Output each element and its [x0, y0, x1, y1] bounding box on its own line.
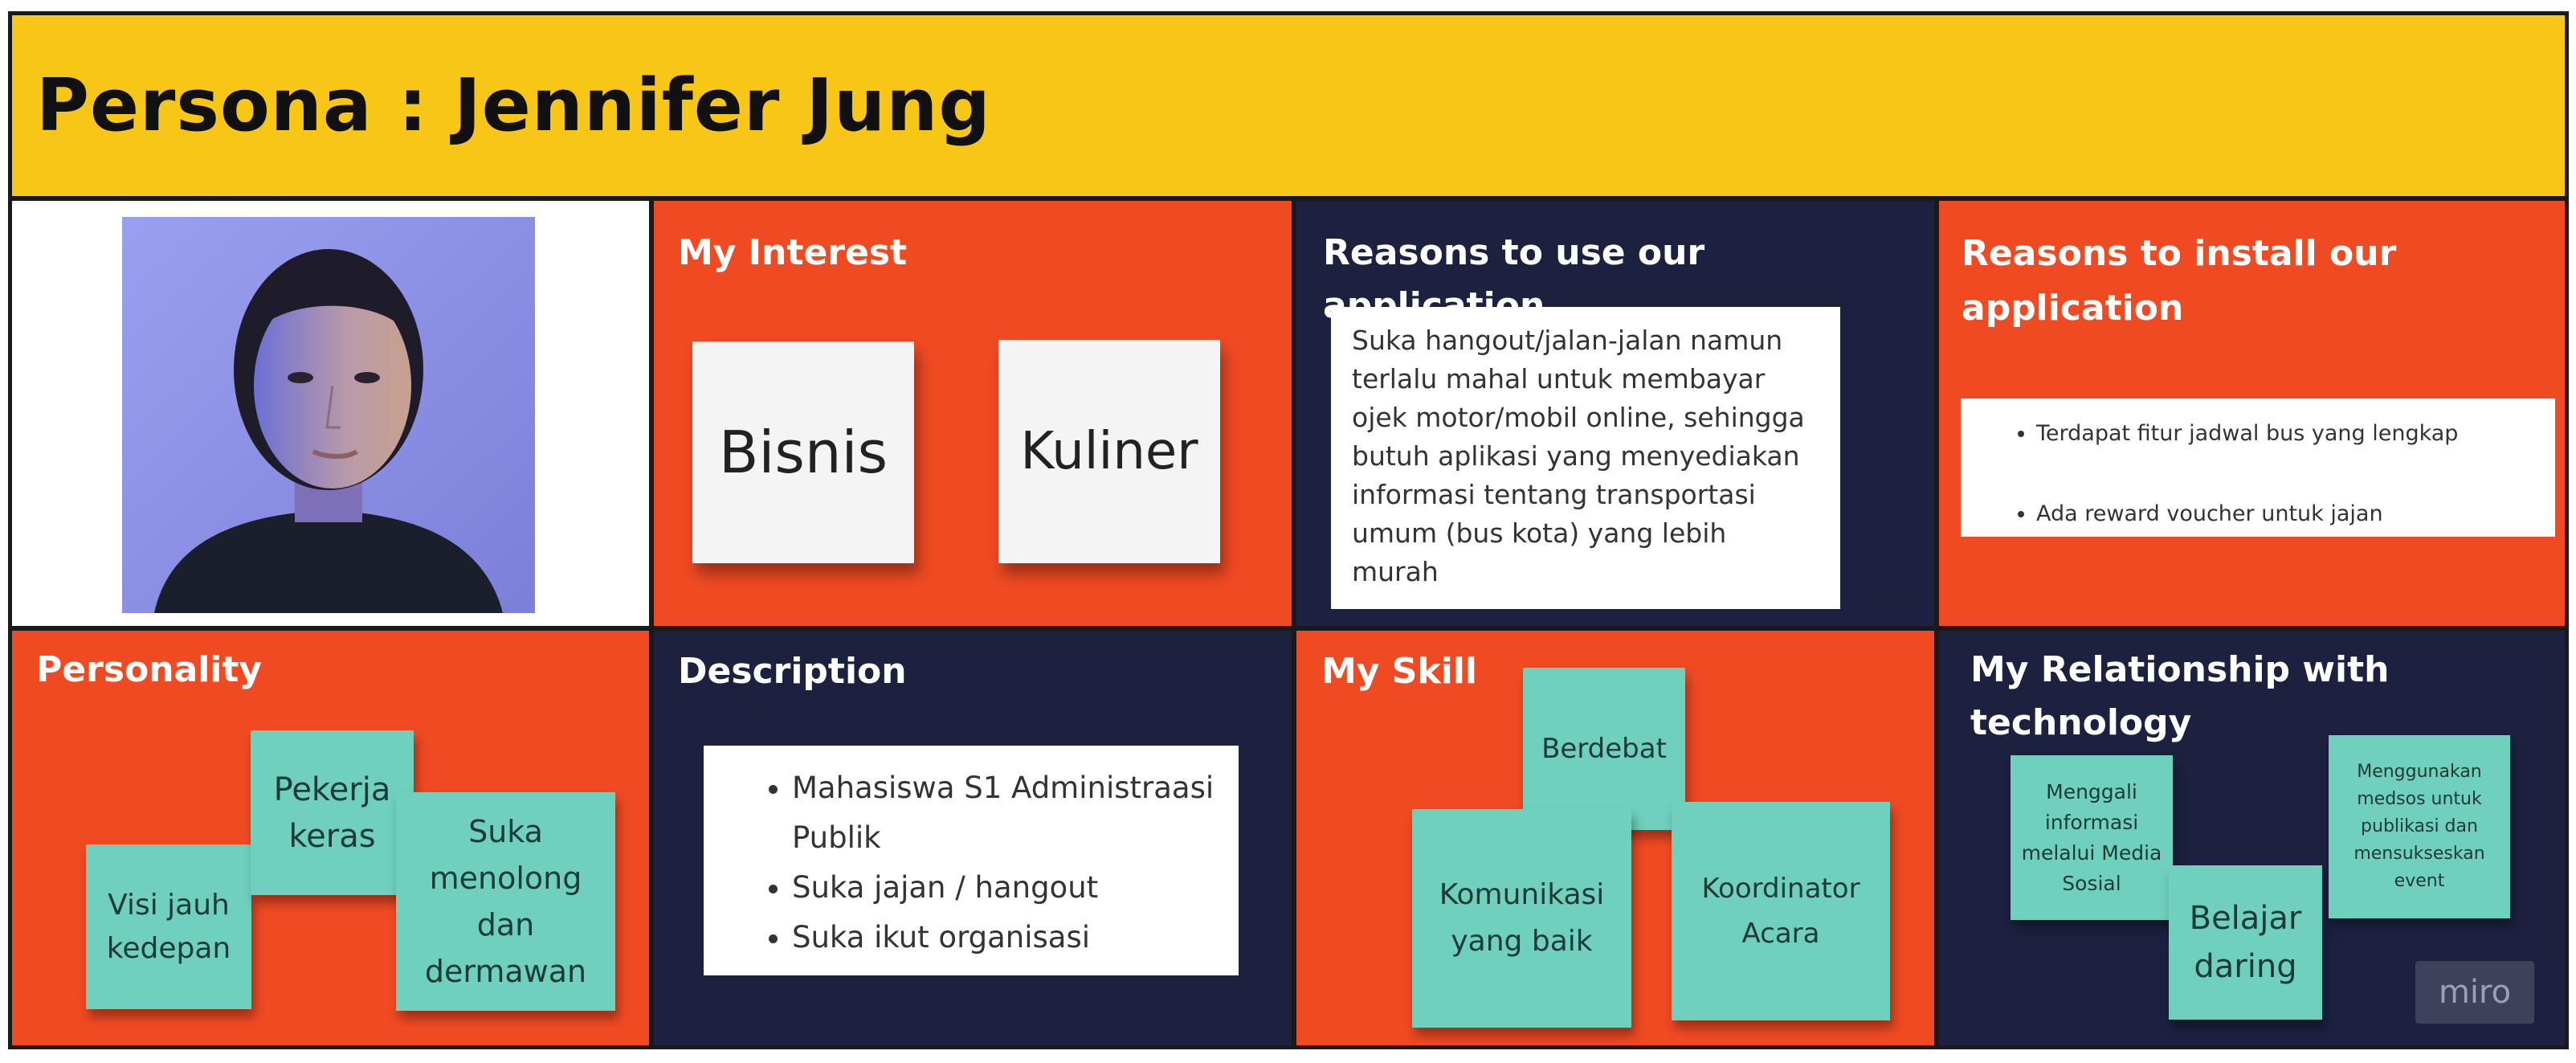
relationship-title: My Relationship with technology [1970, 649, 2390, 743]
note-text: Belajar daring [2189, 900, 2302, 985]
reasons-install-list: Terdapat fitur jadwal bus yang lengkap A… [1969, 413, 2547, 535]
interest-panel: My Interest Bisnis Kuliner [654, 201, 1292, 626]
reasons-install-title: Reasons to install our application [1962, 233, 2397, 329]
note-text: Visi jauh kedepan [106, 888, 231, 965]
reasons-install-item: Terdapat fitur jadwal bus yang lengkap [2036, 413, 2547, 455]
personality-title: Personality [36, 649, 263, 690]
personality-panel: Personality Visi jauh kedepan Pekerja ke… [12, 631, 649, 1045]
skill-title: My Skill [1321, 651, 1477, 692]
note-text: Komunikasi yang baik [1439, 878, 1605, 958]
description-card: Mahasiswa S1 Administraasi Publik Suka j… [704, 746, 1239, 975]
miro-logo: miro [2415, 961, 2534, 1024]
interest-title: My Interest [678, 232, 908, 273]
note-text: Berdebat [1541, 733, 1667, 765]
description-item: Mahasiswa S1 Administraasi Publik [792, 763, 1223, 863]
note-text: Menggunakan medsos untuk publikasi dan m… [2354, 762, 2485, 891]
reasons-install-panel: Reasons to install our application Terda… [1939, 201, 2565, 626]
skill-panel: My Skill Berdebat Komunikasi yang baik K… [1296, 631, 1934, 1045]
relationship-note-menggunakan[interactable]: Menggunakan medsos untuk publikasi dan m… [2329, 735, 2510, 918]
note-text: Pekerja keras [273, 771, 391, 855]
personality-note-suka[interactable]: Suka menolong dan dermawan [396, 792, 615, 1011]
description-list: Mahasiswa S1 Administraasi Publik Suka j… [720, 763, 1223, 963]
page-title: Persona : Jennifer Jung [36, 63, 991, 148]
skill-note-komunikasi[interactable]: Komunikasi yang baik [1412, 809, 1631, 1028]
photo-panel [12, 201, 649, 626]
personality-note-pekerja[interactable]: Pekerja keras [251, 730, 414, 895]
reasons-install-card: Terdapat fitur jadwal bus yang lengkap A… [1961, 399, 2555, 537]
description-item: Suka jajan / hangout [792, 863, 1223, 913]
description-panel: Description Mahasiswa S1 Administraasi P… [654, 631, 1292, 1045]
personality-note-visi[interactable]: Visi jauh kedepan [86, 844, 251, 1009]
description-title: Description [678, 651, 907, 692]
skill-note-koordinator[interactable]: Koordinator Acara [1672, 802, 1890, 1020]
relationship-note-belajar[interactable]: Belajar daring [2169, 865, 2322, 1020]
relationship-note-menggali[interactable]: Menggali informasi melalui Media Sosial [2011, 755, 2173, 920]
reasons-install-item: Ada reward voucher untuk jajan [2036, 493, 2547, 535]
note-text: Kuliner [1020, 422, 1198, 481]
header-bar: Persona : Jennifer Jung [12, 15, 2565, 196]
miro-watermark-text: miro [2438, 974, 2512, 1011]
persona-board: Persona : Jennifer Jung My Interest Bisn… [8, 11, 2569, 1049]
note-text: Bisnis [718, 419, 888, 486]
interest-note-bisnis[interactable]: Bisnis [692, 341, 914, 563]
note-text: Koordinator Acara [1701, 873, 1860, 950]
description-item: Suka ikut organisasi [792, 913, 1223, 963]
reasons-use-text: Suka hangout/jalan-jalan namun terlalu m… [1352, 325, 1805, 587]
note-text: Suka menolong dan dermawan [424, 814, 587, 989]
reasons-use-panel: Reasons to use our application Suka hang… [1296, 201, 1934, 626]
portrait-illustration [122, 217, 535, 613]
interest-note-kuliner[interactable]: Kuliner [998, 340, 1220, 563]
reasons-use-card: Suka hangout/jalan-jalan namun terlalu m… [1331, 307, 1840, 609]
persona-photo [122, 217, 535, 613]
note-text: Menggali informasi melalui Media Sosial [2021, 779, 2162, 895]
skill-note-berdebat[interactable]: Berdebat [1523, 668, 1685, 830]
